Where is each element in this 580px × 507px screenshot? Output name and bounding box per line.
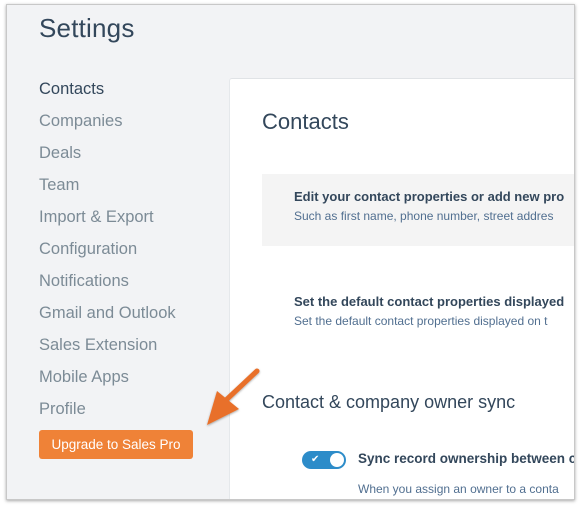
sidebar-item-team[interactable]: Team — [39, 173, 176, 205]
sidebar-item-import-export[interactable]: Import & Export — [39, 205, 176, 237]
settings-sidebar-nav: Contacts Companies Deals Team Import & E… — [39, 77, 176, 429]
sync-ownership-label: Sync record ownership between c — [358, 451, 575, 466]
sidebar-item-mobile-apps[interactable]: Mobile Apps — [39, 365, 176, 397]
upgrade-to-sales-pro-button[interactable]: Upgrade to Sales Pro — [39, 430, 193, 459]
default-contact-properties-item[interactable]: Set the default contact properties displ… — [262, 279, 574, 339]
sidebar-item-configuration[interactable]: Configuration — [39, 237, 176, 269]
sync-ownership-description: When you assign an owner to a conta — [358, 482, 559, 496]
settings-window: Settings Contacts Companies Deals Team I… — [6, 4, 575, 500]
toggle-knob — [330, 453, 344, 467]
item-subtitle: Set the default contact properties displ… — [294, 314, 548, 328]
item-title[interactable]: Set the default contact properties displ… — [294, 294, 564, 309]
sidebar-item-deals[interactable]: Deals — [39, 141, 176, 173]
contacts-settings-panel: Contacts Edit your contact properties or… — [229, 78, 575, 499]
item-subtitle: Such as first name, phone number, street… — [294, 209, 554, 223]
sidebar-item-sales-extension[interactable]: Sales Extension — [39, 333, 176, 365]
sync-ownership-toggle[interactable]: ✔ — [302, 451, 346, 469]
sidebar-item-notifications[interactable]: Notifications — [39, 269, 176, 301]
annotation-arrow-icon — [207, 368, 260, 425]
owner-sync-section-title: Contact & company owner sync — [262, 392, 516, 412]
sidebar-item-contacts[interactable]: Contacts — [39, 77, 176, 109]
sidebar-item-companies[interactable]: Companies — [39, 109, 176, 141]
sidebar-item-gmail-outlook[interactable]: Gmail and Outlook — [39, 301, 176, 333]
page-title: Settings — [39, 13, 135, 43]
item-title[interactable]: Edit your contact properties or add new … — [294, 189, 564, 204]
check-icon: ✔ — [311, 454, 320, 465]
edit-contact-properties-item[interactable]: Edit your contact properties or add new … — [262, 174, 574, 246]
sidebar-item-profile[interactable]: Profile — [39, 397, 176, 429]
panel-title: Contacts — [262, 109, 349, 134]
